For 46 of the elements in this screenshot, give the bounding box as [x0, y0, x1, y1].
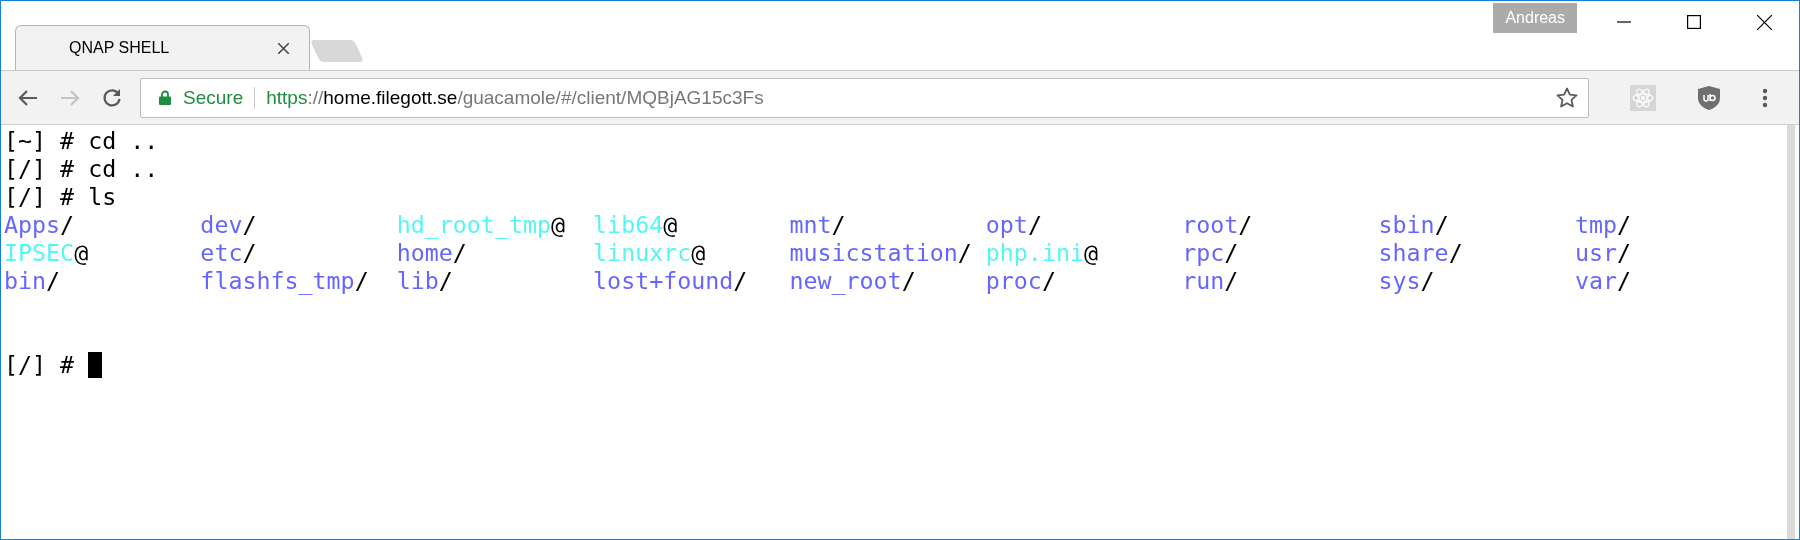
- file-entry: sbin/: [1378, 211, 1449, 238]
- command-line: [/] # cd ..: [4, 155, 159, 183]
- security-label: Secure: [183, 86, 244, 109]
- command-line: [/] # ls: [4, 183, 117, 211]
- back-icon[interactable]: [18, 88, 38, 107]
- maximize-icon[interactable]: [1687, 15, 1701, 29]
- lock-icon: [159, 90, 171, 105]
- text-cursor: [88, 352, 103, 378]
- file-entry: proc/: [985, 267, 1056, 294]
- file-entry: tmp/: [1574, 211, 1631, 238]
- address-bar[interactable]: Secure https://home.filegott.se/guacamole/#/client/MQBjAG15c3Fs: [140, 77, 1589, 118]
- file-entry: opt/: [985, 211, 1042, 238]
- reload-icon[interactable]: [102, 87, 122, 108]
- browser-tab[interactable]: QNAP SHELL: [15, 25, 310, 70]
- scrollbar[interactable]: [1787, 125, 1795, 539]
- file-entry: run/: [1182, 267, 1239, 294]
- file-entry: flashfs_tmp/: [200, 267, 369, 294]
- file-entry: new_root/: [789, 267, 916, 294]
- menu-icon[interactable]: [1762, 87, 1768, 108]
- file-entry: bin/: [4, 267, 61, 294]
- command-line: [~] # cd ..: [4, 127, 159, 155]
- file-entry: lost+found/: [593, 267, 748, 294]
- close-icon[interactable]: [278, 42, 289, 54]
- file-entry: Apps/: [4, 211, 75, 238]
- file-entry: lib/: [396, 267, 453, 294]
- file-entry: linuxrc@: [593, 239, 706, 266]
- file-entry: home/: [396, 239, 467, 266]
- file-entry: mnt/: [789, 211, 846, 238]
- file-entry: rpc/: [1182, 239, 1239, 266]
- file-entry: root/: [1182, 211, 1253, 238]
- file-entry: lib64@: [593, 211, 678, 238]
- close-icon[interactable]: [1756, 14, 1772, 30]
- file-entry: dev/: [200, 211, 257, 238]
- file-entry: IPSEC@: [4, 239, 89, 266]
- file-entry: var/: [1574, 267, 1631, 294]
- file-entry: php.ini@: [985, 239, 1098, 266]
- file-entry: usr/: [1574, 239, 1631, 266]
- shield-icon[interactable]: [1698, 85, 1720, 110]
- bookmark-star-icon[interactable]: [1556, 87, 1578, 108]
- file-entry: etc/: [200, 239, 257, 266]
- url-text: https://home.filegott.se/guacamole/#/client/MQBjAG15c3Fs: [266, 86, 765, 109]
- file-entry: hd_root_tmp@: [396, 211, 566, 238]
- file-entry: musicstation/: [789, 239, 972, 266]
- prompt: [/] #: [4, 351, 75, 379]
- file-entry: sys/: [1378, 267, 1435, 294]
- file-entry: share/: [1378, 239, 1463, 266]
